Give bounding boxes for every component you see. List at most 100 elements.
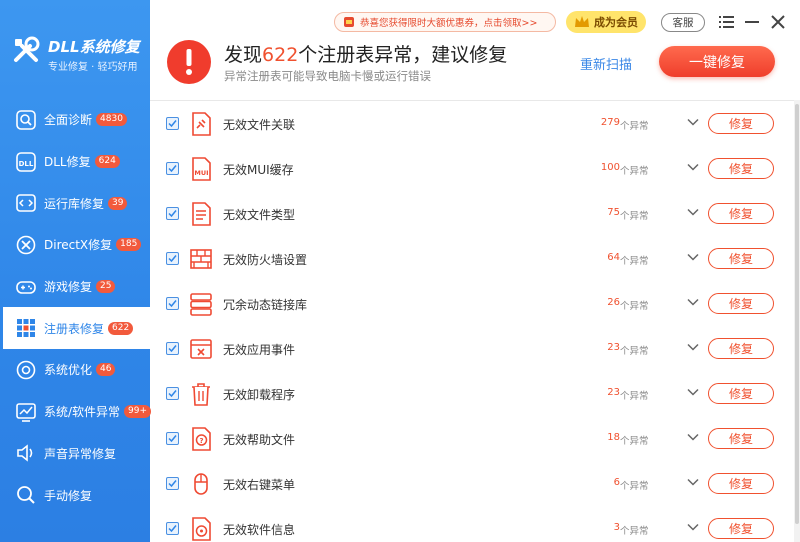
sidebar-item[interactable]: 声音异常修复 — [0, 433, 150, 475]
fix-button[interactable]: 修复 — [708, 293, 774, 314]
row-checkbox[interactable] — [166, 117, 179, 130]
issue-count: 26 — [607, 297, 620, 308]
issue-label: 无效MUI缓存 — [223, 163, 294, 177]
sidebar-item[interactable]: 注册表修复 622 — [0, 307, 150, 350]
chevron-down-icon[interactable] — [686, 385, 700, 399]
fix-button[interactable]: 修复 — [708, 158, 774, 179]
issue-row: 冗余动态链接库 26 个异常 修复 — [150, 281, 794, 326]
row-checkbox[interactable] — [166, 477, 179, 490]
svg-text:DLL: DLL — [19, 160, 34, 168]
trash-icon — [192, 383, 210, 406]
issue-label: 无效应用事件 — [223, 343, 296, 357]
chevron-down-icon[interactable] — [686, 340, 700, 354]
close-icon[interactable] — [768, 12, 788, 32]
sidebar-item-label: 手动修复 — [44, 488, 93, 503]
issue-row: 无效防火墙设置 64 个异常 修复 — [150, 236, 794, 281]
sidebar-item-label: 游戏修复 — [44, 280, 93, 295]
row-checkbox[interactable] — [166, 162, 179, 175]
row-checkbox[interactable] — [166, 387, 179, 400]
help-file-icon: ? — [192, 427, 211, 451]
sidebar-item-label: DirectX修复 — [44, 238, 113, 253]
row-checkbox[interactable] — [166, 522, 179, 535]
chevron-down-icon[interactable] — [686, 295, 700, 309]
sidebar-item[interactable]: DLL DLL修复 624 — [0, 141, 150, 183]
issue-label: 无效右键菜单 — [223, 478, 296, 492]
row-checkbox[interactable] — [166, 207, 179, 220]
coupon-icon — [344, 17, 354, 27]
fix-button[interactable]: 修复 — [708, 203, 774, 224]
rescan-link[interactable]: 重新扫描 — [580, 54, 632, 73]
issue-count: 6 — [613, 477, 620, 488]
app-title: DLL系统修复 — [48, 38, 140, 56]
sidebar-item[interactable]: 系统优化 46 — [0, 349, 150, 391]
chevron-down-icon[interactable] — [686, 520, 700, 534]
checkmark-icon — [168, 390, 177, 398]
vip-button[interactable]: 成为会员 — [566, 11, 646, 33]
sidebar-item[interactable]: 游戏修复 25 — [0, 266, 150, 308]
speaker-icon — [17, 444, 33, 463]
issue-unit: 个异常 — [620, 346, 649, 357]
chevron-down-icon[interactable] — [686, 250, 700, 264]
issue-unit: 个异常 — [620, 166, 649, 177]
issue-unit: 个异常 — [620, 256, 649, 267]
checkmark-icon — [168, 165, 177, 173]
registry-grid-icon — [17, 319, 35, 338]
row-checkbox[interactable] — [166, 252, 179, 265]
issue-row: 无效软件信息 3 个异常 修复 — [150, 506, 794, 542]
sidebar-item[interactable]: 运行库修复 39 — [0, 182, 150, 224]
app-subtitle: 专业修复 · 轻巧好用 — [48, 62, 138, 73]
scrollbar[interactable] — [794, 100, 800, 542]
issue-label: 无效防火墙设置 — [223, 253, 308, 267]
sidebar-item[interactable]: 手动修复 — [0, 474, 150, 516]
magnifier-icon — [17, 486, 35, 504]
promo-banner[interactable]: 恭喜您获得限时大额优惠券，点击领取>> — [334, 12, 556, 32]
chevron-down-icon[interactable] — [686, 115, 700, 129]
sidebar-nav: 全面诊断 4830 DLL DLL修复 624 运行库修复 39 DirectX修复 185 游戏… — [0, 99, 152, 516]
chevron-down-icon[interactable] — [686, 205, 700, 219]
issue-count: 18 — [607, 432, 620, 443]
sidebar: DLL系统修复 专业修复 · 轻巧好用 全面诊断 4830 DLL DLL修复 624 运… — [0, 0, 152, 542]
fix-button[interactable]: 修复 — [708, 473, 774, 494]
menu-icon[interactable] — [716, 12, 736, 32]
checkmark-icon — [168, 300, 177, 308]
fix-all-button[interactable]: 一键修复 — [659, 46, 775, 77]
page-subtitle: 异常注册表可能导致电脑卡慢或运行错误 — [224, 69, 431, 83]
title-prefix: 发现 — [224, 44, 263, 66]
fix-button[interactable]: 修复 — [708, 428, 774, 449]
fix-button[interactable]: 修复 — [708, 518, 774, 539]
sidebar-item[interactable]: DirectX修复 185 — [0, 224, 150, 266]
minimize-icon[interactable] — [742, 12, 762, 32]
issue-label: 冗余动态链接库 — [223, 298, 308, 312]
app-window-icon — [190, 339, 212, 359]
sidebar-item[interactable]: 系统/软件异常 99+ — [0, 391, 152, 433]
promo-text: 恭喜您获得限时大额优惠券，点击领取>> — [360, 18, 538, 29]
issue-unit: 个异常 — [620, 391, 649, 402]
sidebar-item-badge: 25 — [96, 280, 116, 294]
chevron-down-icon[interactable] — [686, 430, 700, 444]
fix-button[interactable]: 修复 — [708, 338, 774, 359]
checkmark-icon — [168, 210, 177, 218]
customer-service-button[interactable]: 客服 — [661, 13, 705, 32]
directx-icon — [16, 235, 36, 255]
chevron-down-icon[interactable] — [686, 475, 700, 489]
scrollbar-thumb[interactable] — [795, 104, 799, 524]
issue-unit: 个异常 — [620, 526, 649, 537]
sidebar-item[interactable]: 全面诊断 4830 — [0, 99, 150, 141]
issue-count: 622 — [262, 44, 299, 66]
row-checkbox[interactable] — [166, 432, 179, 445]
fix-button[interactable]: 修复 — [708, 383, 774, 404]
chevron-down-icon[interactable] — [686, 160, 700, 174]
row-checkbox[interactable] — [166, 342, 179, 355]
issue-row: 无效文件关联 279 个异常 修复 — [150, 101, 794, 146]
fix-button[interactable]: 修复 — [708, 248, 774, 269]
sidebar-item-badge: 624 — [94, 155, 120, 169]
row-checkbox[interactable] — [166, 297, 179, 310]
file-type-icon — [192, 202, 211, 226]
issue-count: 75 — [607, 207, 620, 218]
issue-label: 无效卸载程序 — [223, 388, 296, 402]
fix-button[interactable]: 修复 — [708, 113, 774, 134]
chart-icon — [16, 402, 36, 422]
sidebar-item-badge: 622 — [108, 321, 134, 335]
issue-count: 64 — [607, 252, 620, 263]
file-link-icon — [192, 112, 211, 136]
